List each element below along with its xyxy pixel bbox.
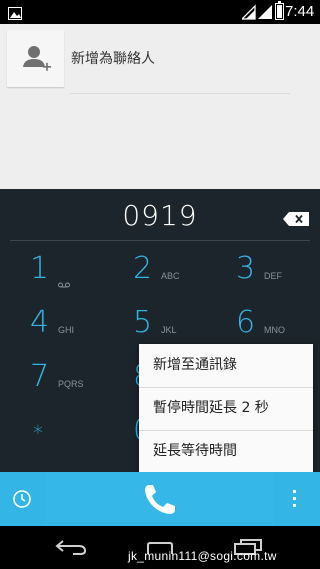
key-4[interactable]: 4 GHI — [30, 305, 130, 361]
backspace-icon[interactable] — [283, 211, 309, 230]
status-bar: 7:44 — [0, 0, 320, 24]
key-digit: 7 — [30, 359, 50, 394]
image-notification-icon — [8, 5, 22, 20]
overflow-popup-menu: 新增至通訊錄 暫停時間延長 2 秒 延長等待時間 — [139, 344, 313, 473]
phone-call-icon[interactable] — [142, 483, 178, 521]
dialer-action-bar — [0, 472, 320, 526]
key-letters: JKL — [161, 325, 177, 335]
key-digit: 1 — [30, 251, 50, 286]
key-letters: MNO — [264, 325, 285, 335]
wifi-icon — [240, 4, 256, 24]
key-7[interactable]: 7 PQRS — [30, 359, 130, 415]
signal-icon — [258, 4, 272, 24]
overflow-menu-icon[interactable] — [292, 490, 298, 512]
key-digit: 6 — [236, 305, 256, 340]
status-time: 7:44 — [285, 3, 315, 20]
key-letters: ABC — [161, 271, 180, 281]
key-digit: 4 — [30, 305, 50, 340]
add-contact-row[interactable]: 新增為聯絡人 — [0, 24, 320, 94]
key-letters: PQRS — [58, 379, 84, 389]
battery-icon — [275, 1, 284, 20]
add-contact-icon — [7, 30, 64, 87]
menu-item-add-to-contacts[interactable]: 新增至通訊錄 — [139, 344, 313, 387]
watermark: jk_munin111@sogi.com.tw — [128, 549, 277, 563]
dialed-digits[interactable]: 0919 — [0, 199, 320, 232]
key-3[interactable]: 3 DEF — [236, 251, 320, 307]
divider — [70, 93, 290, 94]
back-icon[interactable] — [55, 539, 87, 559]
key-digit: 3 — [236, 251, 256, 286]
navigation-bar: jk_munin111@sogi.com.tw — [0, 526, 320, 569]
divider — [10, 240, 310, 241]
menu-item-add-wait[interactable]: 延長等待時間 — [139, 430, 313, 473]
key-digit: 2 — [133, 251, 153, 286]
key-letters: DEF — [264, 271, 282, 281]
add-as-contact-label: 新增為聯絡人 — [71, 51, 155, 67]
key-digit: 5 — [133, 305, 153, 340]
key-letters: GHI — [58, 325, 75, 335]
voicemail-icon — [58, 273, 70, 292]
key-2[interactable]: 2 ABC — [133, 251, 233, 307]
call-history-icon[interactable] — [12, 489, 32, 513]
key-digit: * — [33, 421, 43, 445]
menu-item-add-2sec-pause[interactable]: 暫停時間延長 2 秒 — [139, 387, 313, 430]
key-star[interactable]: * — [33, 421, 133, 477]
contact-suggestion-area: 新增為聯絡人 — [0, 24, 320, 189]
key-1[interactable]: 1 — [30, 251, 130, 307]
